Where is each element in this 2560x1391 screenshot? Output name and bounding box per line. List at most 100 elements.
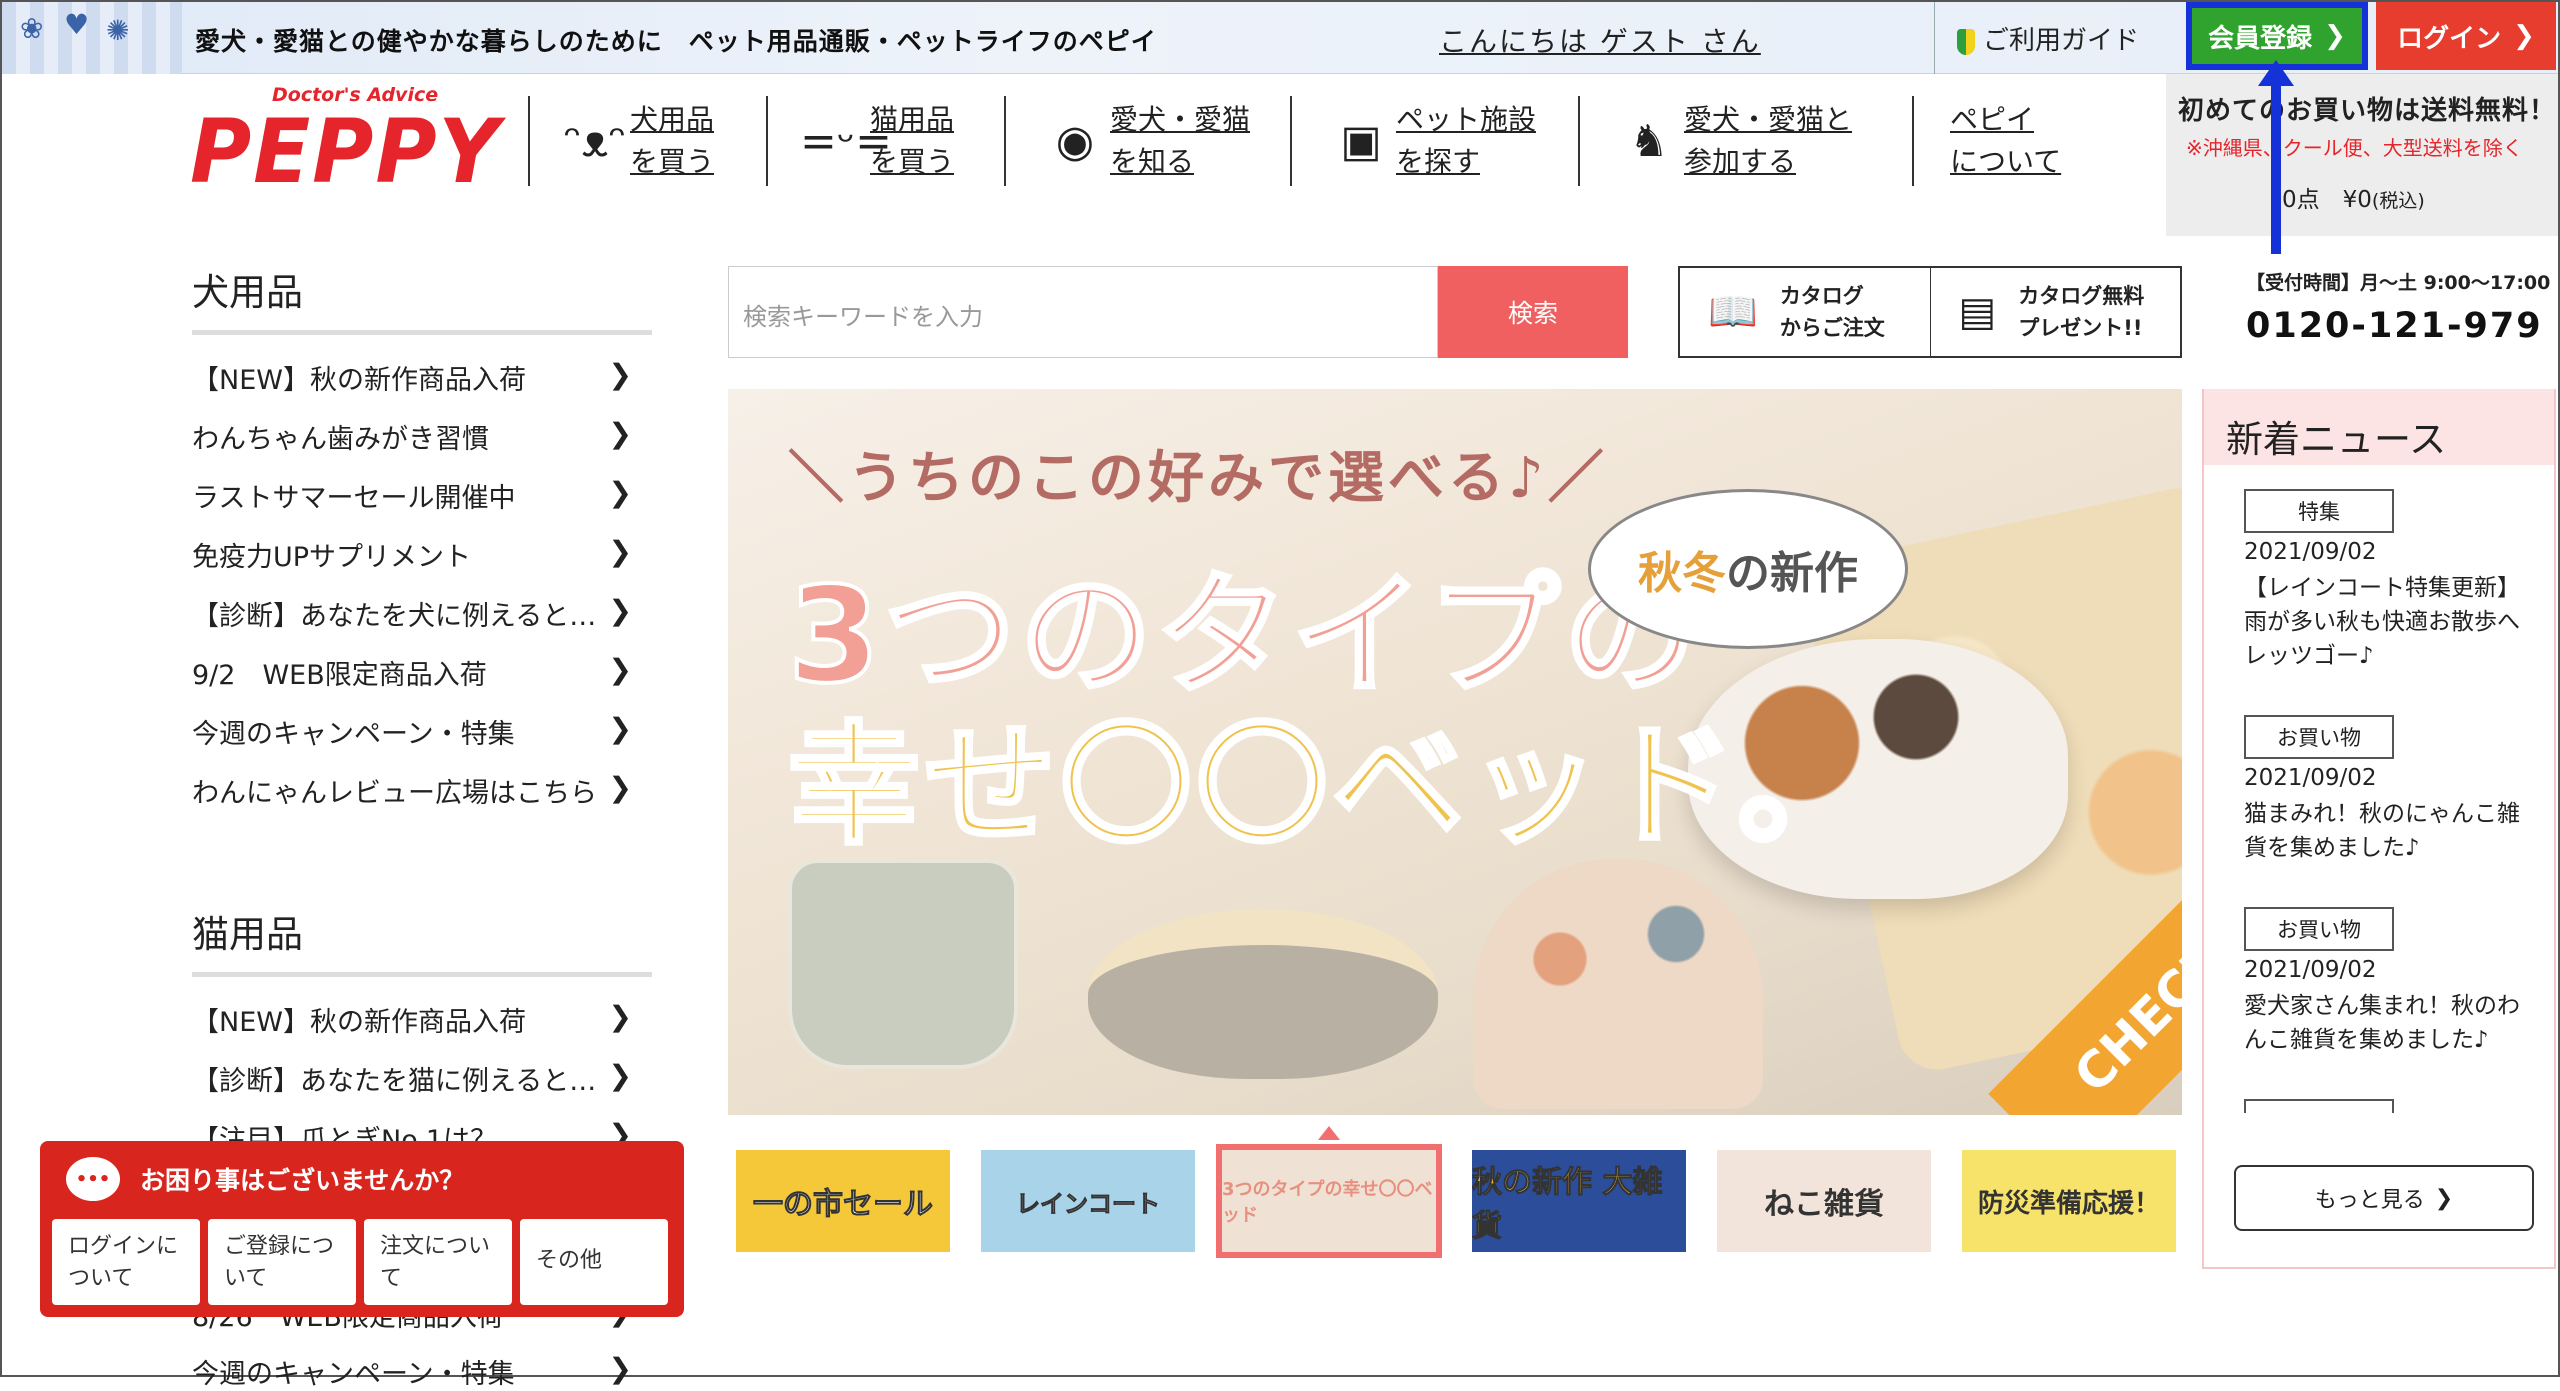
sidebar-item-label: 今週のキャンペーン・特集 bbox=[192, 719, 515, 750]
divider bbox=[1934, 2, 1935, 74]
tax-note: (税込) bbox=[2371, 190, 2425, 212]
divider bbox=[766, 96, 768, 186]
nav-label: ペピイ bbox=[1950, 103, 2035, 136]
chat-option-register[interactable]: ご登録について bbox=[208, 1219, 356, 1305]
nav-label: 愛犬・愛猫 bbox=[1110, 103, 1251, 136]
greeting-link[interactable]: こんにちは ゲスト さん bbox=[1439, 20, 1761, 60]
divider bbox=[192, 972, 652, 977]
cart-summary[interactable]: 0点 ¥0(税込) bbox=[2282, 180, 2425, 214]
annotation-arrow bbox=[2271, 74, 2281, 254]
sidebar-item-label: 【診断】あなたを犬に例えると… bbox=[192, 601, 597, 632]
sidebar-heading-cat: 猫用品 bbox=[192, 913, 303, 956]
sidebar-item-label: 【NEW】秋の新作商品入荷 bbox=[192, 1007, 526, 1038]
sidebar-item[interactable]: 【診断】あなたを犬に例えると… ❯ bbox=[192, 594, 632, 633]
banner-thumbnail[interactable]: 一の市セール bbox=[736, 1150, 950, 1252]
hero-banner[interactable]: ＼うちのこの好みで選べる♪／ 3つのタイプの 幸せ〇〇ベッド。 秋冬 の新作 CH… bbox=[728, 389, 2182, 1115]
cart-total: ¥0 bbox=[2342, 187, 2372, 213]
news-link[interactable]: 愛犬家さん集まれ！秋のわんこ雑貨を集めました♪ bbox=[2244, 989, 2534, 1057]
nav-participate[interactable]: ♞ 愛犬・愛猫と 参加する bbox=[1614, 98, 1852, 184]
news-tag: 特集 bbox=[2244, 489, 2394, 533]
search-input[interactable]: 検索キーワードを入力 bbox=[728, 266, 1438, 358]
chevron-right-icon: ❯ bbox=[2513, 21, 2535, 51]
banner-tagline: ＼うちのこの好みで選べる♪／ bbox=[788, 446, 1608, 511]
nav-cat-goods[interactable]: =ᵕ= 猫用品 を買う bbox=[800, 98, 954, 184]
sidebar-item-label: 【NEW】秋の新作商品入荷 bbox=[192, 365, 526, 396]
sidebar-item[interactable]: 【NEW】秋の新作商品入荷 ❯ bbox=[192, 1000, 632, 1039]
news-link[interactable]: 猫まみれ！秋のにゃんこ雑貨を集めました♪ bbox=[2244, 797, 2534, 865]
sidebar-item[interactable]: 今週のキャンペーン・特集 ❯ bbox=[192, 1352, 632, 1391]
sidebar-heading-dog: 犬用品 bbox=[192, 271, 303, 314]
banner-thumbnail[interactable]: 防災準備応援！ bbox=[1962, 1150, 2176, 1252]
sidebar-item[interactable]: わんにゃんレビュー広場はこちら ❯ bbox=[192, 771, 632, 810]
guide-label: ご利用ガイド bbox=[1983, 26, 2140, 56]
peppy-logo[interactable]: Doctor's Advice PEPPY bbox=[190, 84, 500, 203]
news-link[interactable]: 【レインコート特集更新】雨が多い秋も快適お散歩へレッツゴー♪ bbox=[2244, 571, 2534, 673]
logo-text: PEPPY bbox=[190, 100, 501, 203]
dog-sign-icon: ▣ bbox=[1340, 115, 1382, 167]
nav-label: を知る bbox=[1110, 145, 1195, 178]
divider bbox=[1912, 96, 1914, 186]
chat-option-other[interactable]: その他 bbox=[520, 1219, 668, 1305]
banner-thumbnail[interactable]: レインコート bbox=[981, 1150, 1195, 1252]
site-tagline: 愛犬・愛猫との健やかな暮らしのために ペット用品通販・ペットライフのペピイ bbox=[195, 27, 1157, 56]
phone-number[interactable]: 0120-121-979 bbox=[2246, 306, 2543, 346]
chevron-right-icon: ❯ bbox=[608, 712, 632, 745]
more-news-button[interactable]: もっと見る ❯ bbox=[2234, 1165, 2534, 1231]
sidebar-item-label: 免疫力UPサプリメント bbox=[192, 542, 472, 573]
chevron-right-icon: ❯ bbox=[608, 1000, 632, 1033]
nav-about[interactable]: ペピイ について bbox=[1950, 98, 2061, 184]
chat-bubble-icon: ••• bbox=[66, 1157, 120, 1201]
sidebar-item[interactable]: 【診断】あなたを猫に例えると… ❯ bbox=[192, 1059, 632, 1098]
banner-title-line2: 幸せ〇〇ベッド。 bbox=[786, 707, 1874, 865]
bubble-text: の新作 bbox=[1726, 548, 1858, 599]
cat-face-icon: =ᵕ= bbox=[800, 115, 892, 167]
search-button[interactable]: 検索 bbox=[1438, 266, 1628, 358]
book-icon: 📖 bbox=[1708, 289, 1758, 335]
nav-learn[interactable]: ◉ 愛犬・愛猫を知る bbox=[1040, 98, 1250, 184]
top-bar-decoration: ❀ ♥ ✺ bbox=[2, 2, 182, 74]
catalog-label: からご注文 bbox=[1779, 316, 1885, 340]
annotation-arrow-head bbox=[2258, 60, 2294, 86]
nav-label: を買う bbox=[870, 145, 955, 178]
catalog-order-button[interactable]: 📖 カタログ からご注文 bbox=[1680, 268, 1930, 356]
news-tag: お買い物 bbox=[2244, 715, 2394, 759]
nav-label: を買う bbox=[630, 145, 715, 178]
sidebar-item[interactable]: わんちゃん歯みがき習慣 ❯ bbox=[192, 417, 632, 456]
banner-thumbnail[interactable]: ねこ雑貨 bbox=[1717, 1150, 1931, 1252]
login-button[interactable]: ログイン ❯ bbox=[2376, 2, 2556, 70]
points: 0点 bbox=[2282, 187, 2320, 213]
login-label: ログイン bbox=[2397, 23, 2502, 54]
chevron-right-icon: ❯ bbox=[2434, 1185, 2454, 1211]
promo-note: ※沖縄県、クール便、大型送料を除く bbox=[2186, 136, 2523, 160]
banner-thumbnail[interactable]: 秋の新作 大雑貨 bbox=[1472, 1150, 1686, 1252]
sidebar-item[interactable]: 9/2 WEB限定商品入荷 ❯ bbox=[192, 653, 632, 692]
sidebar-item-label: わんちゃん歯みがき習慣 bbox=[192, 424, 489, 455]
news-date: 2021/09/02 bbox=[2244, 765, 2377, 791]
chat-option-order[interactable]: 注文について bbox=[364, 1219, 512, 1305]
sidebar-item[interactable]: 【NEW】秋の新作商品入荷 ❯ bbox=[192, 358, 632, 397]
selected-indicator bbox=[1318, 1126, 1340, 1140]
nav-label: ペット施設 bbox=[1396, 103, 1537, 136]
banner-thumbnail-selected[interactable]: 3つのタイプの幸せ〇〇ベッド bbox=[1216, 1144, 1442, 1258]
news-panel: 新着ニュース 特集 2021/09/02 【レインコート特集更新】雨が多い秋も快… bbox=[2202, 389, 2556, 1269]
sidebar-item[interactable]: 免疫力UPサプリメント ❯ bbox=[192, 535, 632, 574]
news-heading: 新着ニュース bbox=[2204, 389, 2554, 465]
chevron-right-icon: ❯ bbox=[2324, 21, 2346, 51]
chevron-right-icon: ❯ bbox=[608, 358, 632, 391]
catalog-label: カタログ無料 bbox=[2018, 284, 2145, 308]
shipping-promo: 初めてのお買い物は送料無料！ ※沖縄県、クール便、大型送料を除く 0点 ¥0(税… bbox=[2166, 74, 2558, 236]
catalog-free-button[interactable]: ▤ カタログ無料 プレゼント!! bbox=[1929, 268, 2181, 356]
sidebar-item-label: ラストサマーセール開催中 bbox=[192, 483, 516, 514]
bubble-accent: 秋冬 bbox=[1638, 548, 1726, 599]
chat-option-login[interactable]: ログインについて bbox=[52, 1219, 200, 1305]
nav-facilities[interactable]: ▣ ペット施設を探す bbox=[1326, 98, 1536, 184]
sidebar-item[interactable]: 今週のキャンペーン・特集 ❯ bbox=[192, 712, 632, 751]
guide-link[interactable]: ご利用ガイド bbox=[1957, 20, 2139, 57]
divider bbox=[1290, 96, 1292, 186]
chat-header[interactable]: ••• お困り事はございませんか？ bbox=[40, 1141, 684, 1217]
nav-dog-goods[interactable]: ᵔᴥᵔ 犬用品 を買う bbox=[560, 98, 714, 184]
pet-globe-icon: ◉ bbox=[1055, 115, 1095, 167]
catalog-gift-icon: ▤ bbox=[1958, 289, 1997, 335]
sidebar-item[interactable]: ラストサマーセール開催中 ❯ bbox=[192, 476, 632, 515]
nav-label: を探す bbox=[1396, 145, 1481, 178]
